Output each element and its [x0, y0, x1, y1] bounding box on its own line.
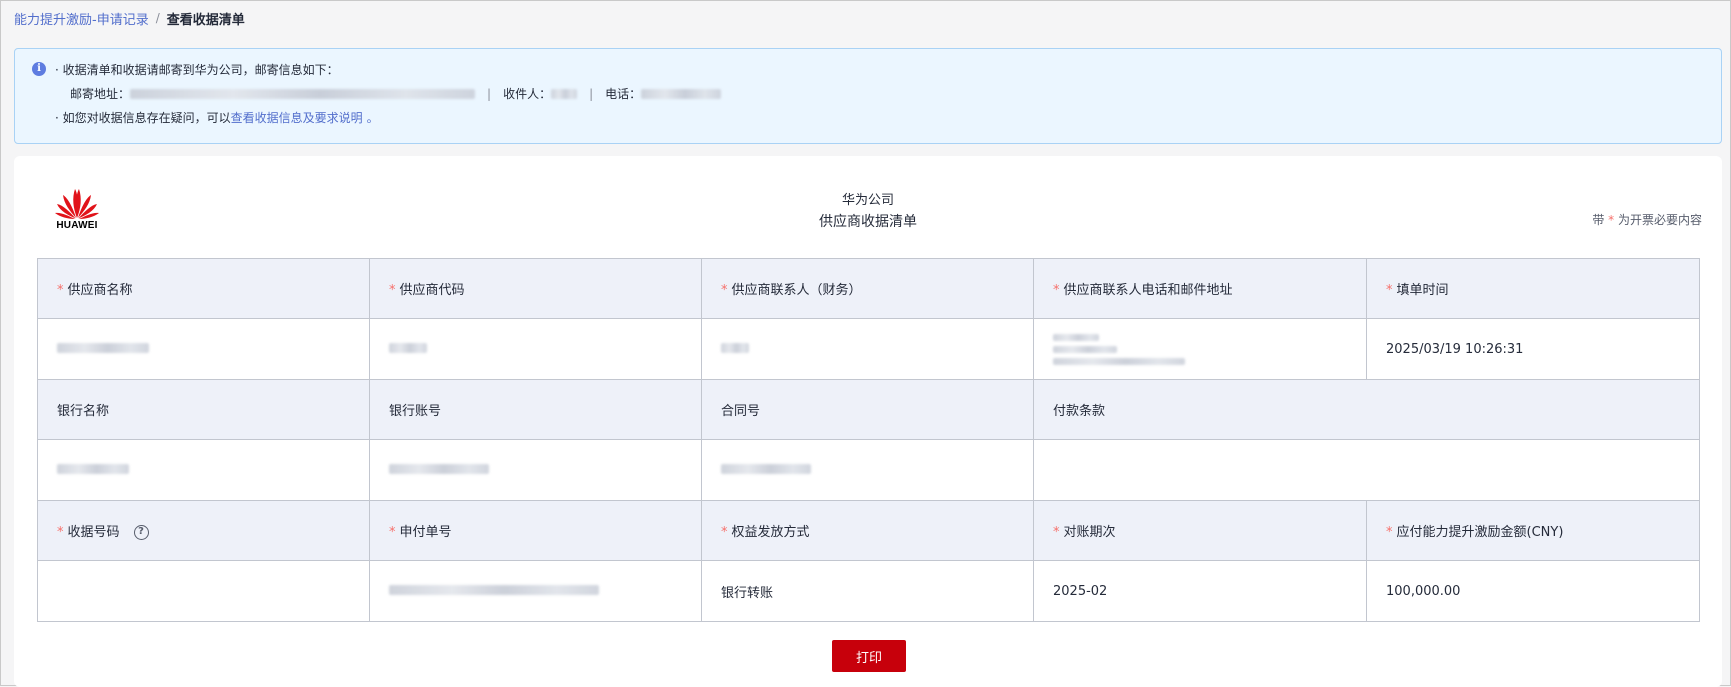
required-note-suffix: 为开票必要内容 — [1617, 213, 1702, 227]
redacted-value — [389, 342, 427, 353]
table-row: 2025/03/19 10:26:31 — [37, 318, 1700, 380]
header-receipt-number: * 收据号码? — [37, 500, 370, 561]
supplier-contact-value — [701, 318, 1034, 380]
receipt-requirements-link[interactable]: 查看收据信息及要求说明 — [231, 109, 363, 126]
help-icon[interactable]: ? — [133, 525, 149, 540]
redacted-value — [389, 584, 599, 595]
header-incentive-amount: * 应付能力提升激励金额(CNY) — [1366, 500, 1700, 561]
redacted-value — [721, 342, 749, 353]
required-fields-note: 带 * 为开票必要内容 — [1592, 211, 1702, 228]
header-supplier-name: * 供应商名称 — [37, 258, 370, 319]
receipt-card: HUAWEI 华为公司 供应商收据清单 带 * 为开票必要内容 * 供应商名称 *… — [14, 156, 1722, 687]
contact-phone-email-value — [1033, 318, 1367, 380]
breadcrumb-current: 查看收据清单 — [166, 12, 245, 28]
payment-terms-value — [1033, 439, 1700, 501]
breadcrumb-separator: / — [155, 11, 160, 25]
notice-question-text: · 如您对收据信息存在疑问，可以 — [55, 111, 231, 125]
header-bank-account: 银行账号 — [369, 379, 702, 440]
phone-label: 电话： — [605, 87, 642, 101]
bank-name-value — [37, 439, 370, 501]
notice-line-address: 邮寄地址： | 收件人： | 电话： — [70, 85, 722, 102]
page-frame: 能力提升激励-申请记录 / 查看收据清单 i · 收据清单和收据请邮寄到华为公司… — [0, 0, 1731, 687]
breadcrumb: 能力提升激励-申请记录 / 查看收据清单 — [14, 9, 245, 28]
redacted-value — [1053, 333, 1099, 341]
header-contact-phone-email: * 供应商联系人电话和邮件地址 — [1033, 258, 1367, 319]
header-contract-number: 合同号 — [701, 379, 1034, 440]
receipt-table: * 供应商名称 * 供应商代码 * 供应商联系人（财务） * 供应商联系人电话和邮件地址… — [37, 258, 1700, 622]
incentive-amount-value: 100,000.00 — [1366, 560, 1700, 622]
redacted-value — [389, 463, 489, 474]
notice-question-suffix: 。 — [366, 111, 379, 125]
redacted-value — [57, 463, 129, 474]
payment-request-number-value — [369, 560, 702, 622]
document-company: 华为公司 — [841, 193, 894, 208]
redacted-value — [57, 342, 149, 353]
reconciliation-period-value: 2025-02 — [1033, 560, 1367, 622]
table-header-row: * 收据号码? * 申付单号 * 权益发放方式 * 对账期次 * 应付能力提升激励金额(C… — [37, 500, 1700, 561]
table-row — [37, 439, 1700, 501]
supplier-code-value — [369, 318, 702, 380]
header-supplier-contact: * 供应商联系人（财务） — [701, 258, 1034, 319]
document-title: 供应商收据清单 — [819, 214, 917, 230]
recipient-label: 收件人： — [503, 87, 552, 101]
table-header-row: * 供应商名称 * 供应商代码 * 供应商联系人（财务） * 供应商联系人电话和邮件地址… — [37, 258, 1700, 319]
table-row: 银行转账 2025-02 100,000.00 — [37, 560, 1700, 622]
redacted-value — [1053, 357, 1185, 365]
header-supplier-code: * 供应商代码 — [369, 258, 702, 319]
receipt-number-value — [37, 560, 370, 622]
header-payment-request-number: * 申付单号 — [369, 500, 702, 561]
mailing-notice: i · 收据清单和收据请邮寄到华为公司，邮寄信息如下： 邮寄地址： | 收件人：… — [14, 48, 1722, 144]
address-value-redacted — [130, 88, 476, 99]
required-note-prefix: 带 — [1592, 213, 1605, 227]
notice-line-question: · 如您对收据信息存在疑问，可以 查看收据信息及要求说明 。 — [55, 109, 379, 126]
fill-time-value: 2025/03/19 10:26:31 — [1366, 318, 1700, 380]
notice-line-mail-to: · 收据清单和收据请邮寄到华为公司，邮寄信息如下： — [55, 63, 339, 77]
supplier-name-value — [37, 318, 370, 380]
print-button[interactable]: 打印 — [832, 640, 906, 672]
phone-value-redacted — [641, 88, 722, 99]
header-bank-name: 银行名称 — [37, 379, 370, 440]
header-reconciliation-period: * 对账期次 — [1033, 500, 1367, 561]
required-star: * — [1608, 213, 1615, 227]
header-fill-time: * 填单时间 — [1366, 258, 1700, 319]
contract-number-value — [701, 439, 1034, 501]
redacted-value — [721, 463, 811, 474]
table-header-row: 银行名称 银行账号 合同号 付款条款 — [37, 379, 1700, 440]
redacted-value — [1053, 345, 1117, 353]
header-payment-method: * 权益发放方式 — [701, 500, 1034, 561]
breadcrumb-link-apply-records[interactable]: 能力提升激励-申请记录 — [14, 9, 149, 28]
info-icon: i — [32, 62, 46, 76]
address-label: 邮寄地址： — [70, 87, 131, 101]
header-payment-terms: 付款条款 — [1033, 379, 1700, 440]
notice-separator: | — [589, 86, 594, 101]
bank-account-value — [369, 439, 702, 501]
recipient-value-redacted — [551, 88, 578, 99]
notice-separator: | — [487, 86, 492, 101]
payment-method-value: 银行转账 — [701, 560, 1034, 622]
